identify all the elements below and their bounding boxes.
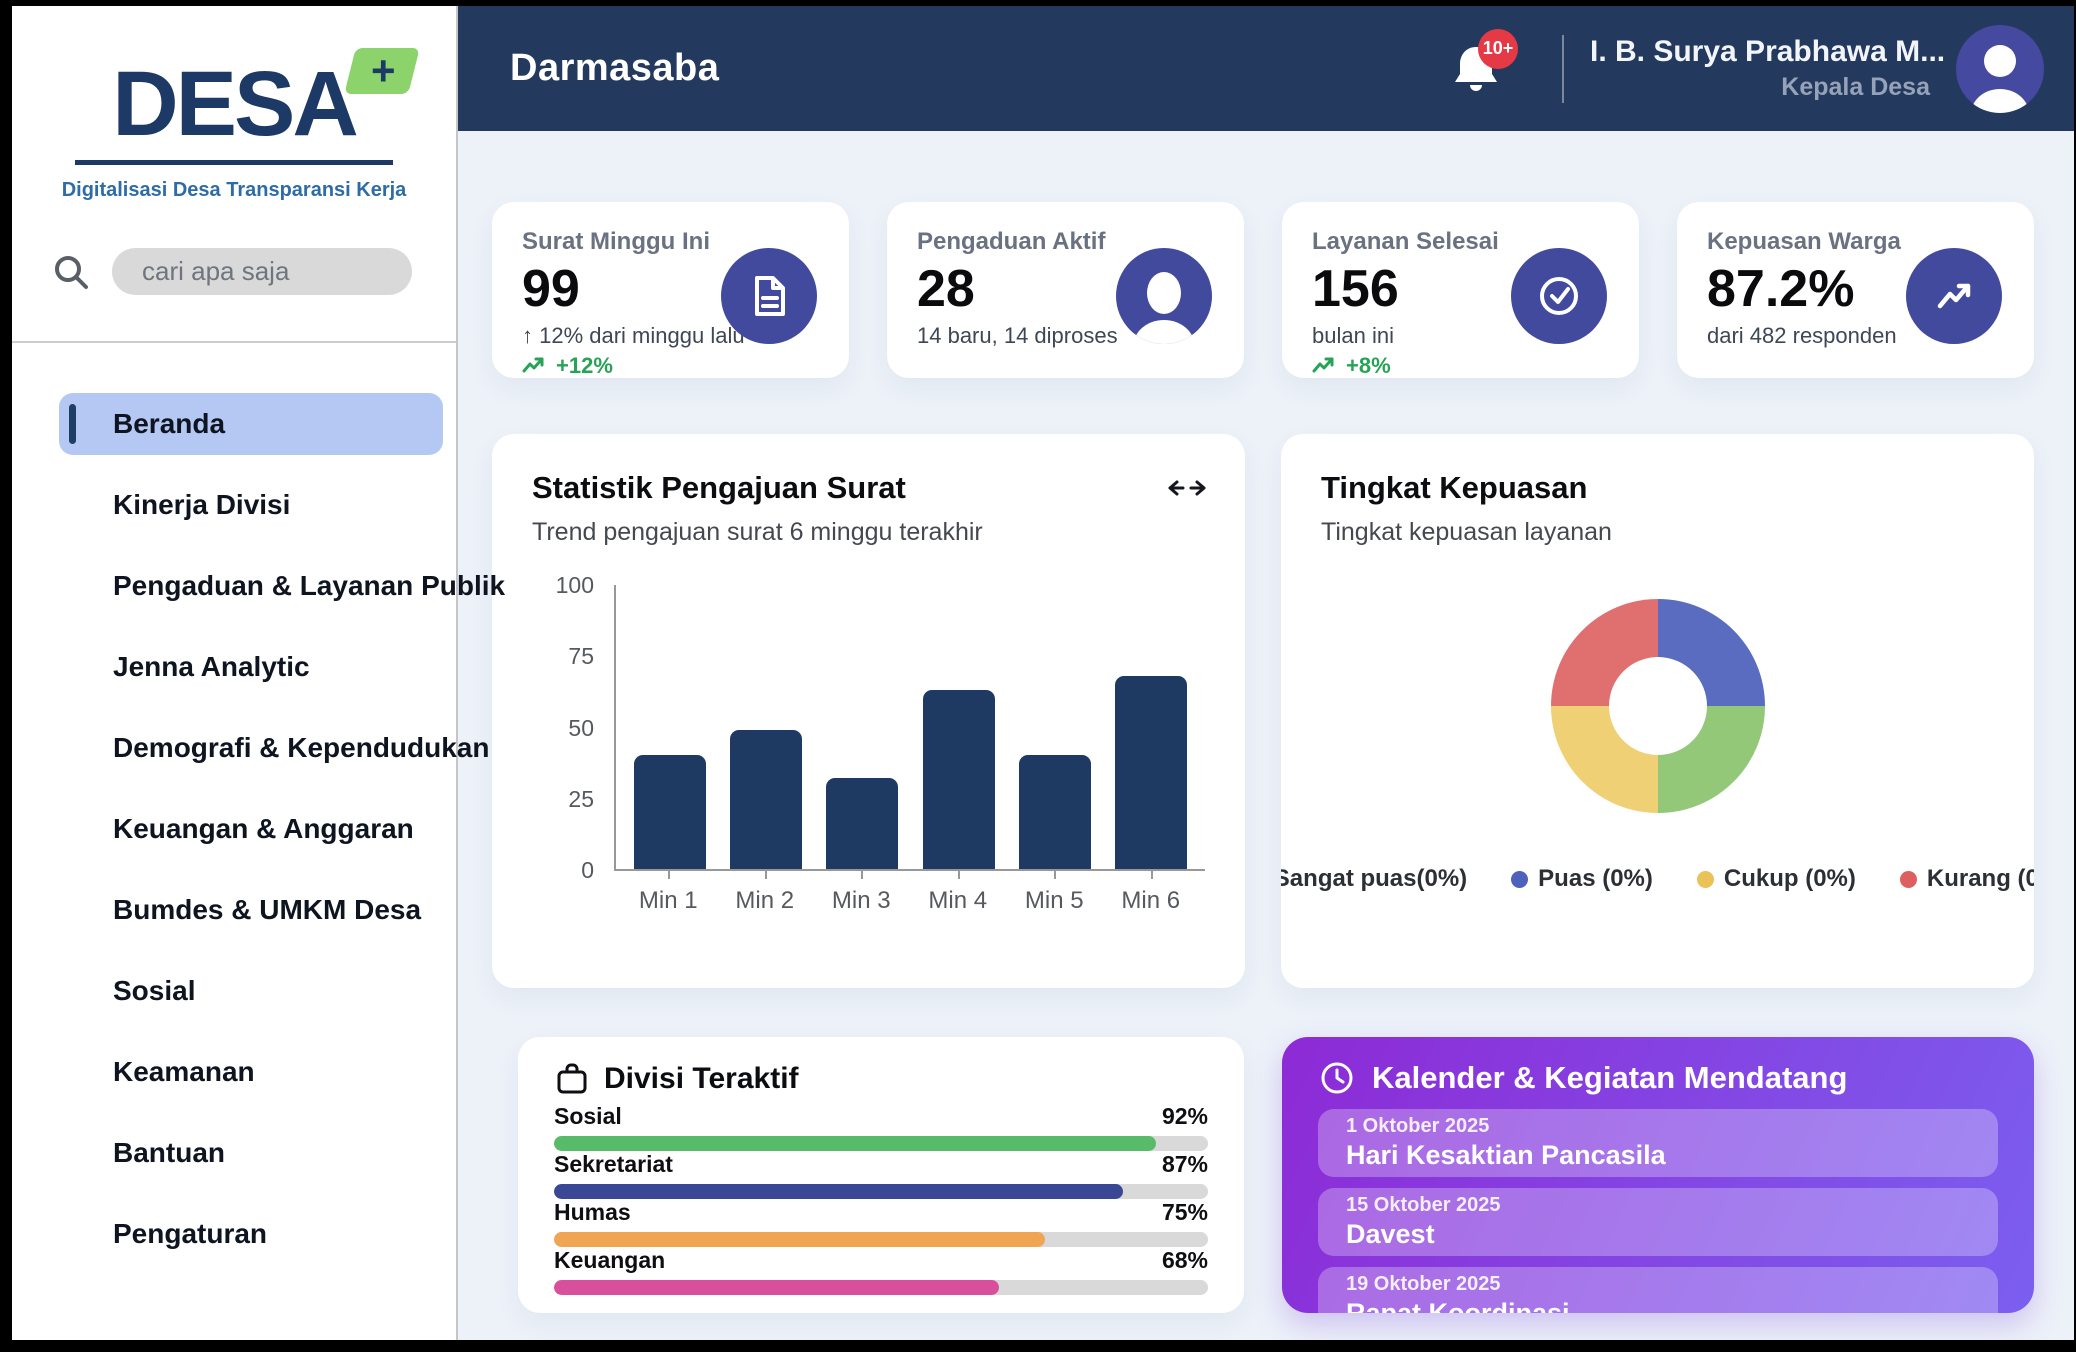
- calendar-event[interactable]: 19 Oktober 2025 Rapat Koordinasi: [1318, 1267, 1998, 1313]
- notification-badge: 10+: [1478, 29, 1518, 69]
- search-input[interactable]: [112, 248, 412, 295]
- division-row-humas: Humas75%: [554, 1199, 1208, 1247]
- logo-plus-icon: +: [344, 48, 419, 94]
- donut-chart: [1551, 599, 1765, 813]
- avatar-person-icon: [1984, 45, 2016, 77]
- x-axis-labels: Min 1 Min 2 Min 3 Min 4 Min 5 Min 6: [614, 879, 1205, 915]
- logo-tagline: Digitalisasi Desa Transparansi Kerja: [12, 179, 456, 202]
- sidebar-item-pengaduan-layanan-publik[interactable]: Pengaduan & Layanan Publik: [59, 555, 442, 617]
- y-axis-labels: 100 75 50 25 0: [532, 572, 594, 884]
- trend-up-icon: [522, 356, 548, 376]
- briefcase-icon: [554, 1061, 590, 1097]
- division-row-sekretariat: Sekretariat87%: [554, 1151, 1208, 1199]
- user-role: Kepala Desa: [1590, 73, 1930, 102]
- donut-chart-card: Tingkat Kepuasan Tingkat kepuasan layana…: [1281, 434, 2034, 988]
- bar-plot: [614, 585, 1205, 871]
- legend-dot-red: [1900, 871, 1917, 888]
- logo: DESA+ Digitalisasi Desa Transparansi Ker…: [12, 6, 456, 202]
- charts-row: Statistik Pengajuan Surat Trend pengajua…: [492, 434, 2034, 988]
- calendar-events: 1 Oktober 2025 Hari Kesaktian Pancasila …: [1318, 1109, 1998, 1313]
- progress-fill: [554, 1184, 1123, 1199]
- calendar-card: Kalender & Kegiatan Mendatang 1 Oktober …: [1282, 1037, 2034, 1313]
- page-title: Darmasaba: [510, 47, 719, 90]
- calendar-event[interactable]: 1 Oktober 2025 Hari Kesaktian Pancasila: [1318, 1109, 1998, 1177]
- legend-item-puas: Puas (0%): [1511, 865, 1653, 893]
- legend-dot-yellow: [1697, 871, 1714, 888]
- search-row: [12, 248, 456, 295]
- top-header: Darmasaba 10+ I. B. Surya Prabhawa M... …: [458, 6, 2074, 131]
- division-rows: Sosial92% Sekretariat87% Humas75% Keuang…: [554, 1103, 1208, 1295]
- sidebar-item-jenna-analytic[interactable]: Jenna Analytic: [59, 636, 442, 698]
- bar-min-4: [923, 690, 995, 869]
- bar-min-2: [730, 730, 802, 869]
- user-info: I. B. Surya Prabhawa M... Kepala Desa: [1590, 35, 1930, 102]
- sidebar-item-keuangan-anggaran[interactable]: Keuangan & Anggaran: [59, 798, 442, 860]
- logo-word: DESA: [112, 53, 356, 155]
- sidebar-item-keamanan[interactable]: Keamanan: [59, 1041, 442, 1103]
- sidebar-item-beranda[interactable]: Beranda: [59, 393, 443, 455]
- bottom-row: Divisi Teraktif Sosial92% Sekretariat87%…: [518, 1037, 2034, 1313]
- division-row-sosial: Sosial92%: [554, 1103, 1208, 1151]
- user-name: I. B. Surya Prabhawa M...: [1590, 35, 1930, 69]
- division-card: Divisi Teraktif Sosial92% Sekretariat87%…: [518, 1037, 1244, 1313]
- stats-row: Surat Minggu Ini 99 ↑ 12% dari minggu la…: [492, 202, 2034, 378]
- legend-dot-blue: [1511, 871, 1528, 888]
- bar-min-5: [1019, 755, 1091, 869]
- bar-chart-card: Statistik Pengajuan Surat Trend pengajua…: [492, 434, 1245, 988]
- bar-min-1: [634, 755, 706, 869]
- bar-chart-title: Statistik Pengajuan Surat: [532, 470, 1205, 506]
- legend-item-sangat-puas: Sangat puas(0%): [1281, 865, 1467, 893]
- trending-up-icon: [1906, 248, 2002, 344]
- stat-card-kepuasan-warga: Kepuasan Warga 87.2% dari 482 responden: [1677, 202, 2034, 378]
- sidebar: DESA+ Digitalisasi Desa Transparansi Ker…: [12, 6, 458, 1340]
- stat-trend: +8%: [1312, 353, 1609, 378]
- calendar-event[interactable]: 15 Oktober 2025 Davest: [1318, 1188, 1998, 1256]
- trend-up-icon: [1312, 356, 1338, 376]
- stat-card-pengaduan-aktif: Pengaduan Aktif 28 14 baru, 14 diproses: [887, 202, 1244, 378]
- header-right: 10+ I. B. Surya Prabhawa M... Kepala Des…: [1450, 25, 2044, 113]
- progress-fill: [554, 1280, 999, 1295]
- check-circle-icon: [1511, 248, 1607, 344]
- donut-legend: Sangat puas(0%) Puas (0%) Cukup (0%) Kur…: [1321, 865, 1994, 893]
- logo-underline: [75, 160, 393, 165]
- legend-item-cukup: Cukup (0%): [1697, 865, 1856, 893]
- sidebar-divider: [12, 341, 456, 343]
- person-icon: [1116, 248, 1212, 344]
- division-title: Divisi Teraktif: [604, 1062, 799, 1096]
- search-icon: [50, 251, 92, 293]
- division-row-keuangan: Keuangan68%: [554, 1247, 1208, 1295]
- resize-horizontal-icon[interactable]: [1167, 474, 1207, 507]
- logo-text: DESA+: [112, 58, 356, 150]
- sidebar-item-bantuan[interactable]: Bantuan: [59, 1122, 442, 1184]
- calendar-title: Kalender & Kegiatan Mendatang: [1372, 1060, 1847, 1096]
- sidebar-item-pengaturan[interactable]: Pengaturan: [59, 1203, 442, 1265]
- stat-card-surat-minggu-ini: Surat Minggu Ini 99 ↑ 12% dari minggu la…: [492, 202, 849, 378]
- main-content: Surat Minggu Ini 99 ↑ 12% dari minggu la…: [458, 131, 2074, 1340]
- sidebar-item-demografi-kependudukan[interactable]: Demografi & Kependudukan: [59, 717, 442, 779]
- legend-item-kurang: Kurang (0%): [1900, 865, 2034, 893]
- sidebar-menu: Beranda Kinerja Divisi Pengaduan & Layan…: [12, 393, 456, 1284]
- sidebar-item-bumdes-umkm[interactable]: Bumdes & UMKM Desa: [59, 879, 442, 941]
- user-avatar[interactable]: [1956, 25, 2044, 113]
- sidebar-item-kinerja-divisi[interactable]: Kinerja Divisi: [59, 474, 442, 536]
- donut-chart-title: Tingkat Kepuasan: [1321, 470, 1994, 506]
- sidebar-item-sosial[interactable]: Sosial: [59, 960, 442, 1022]
- notification-bell[interactable]: 10+: [1450, 41, 1502, 97]
- bar-min-3: [826, 778, 898, 869]
- bar-min-6: [1115, 676, 1187, 869]
- donut-chart-subtitle: Tingkat kepuasan layanan: [1321, 518, 1994, 547]
- bar-chart-subtitle: Trend pengajuan surat 6 minggu terakhir: [532, 518, 1205, 547]
- document-icon: [721, 248, 817, 344]
- progress-fill: [554, 1136, 1156, 1151]
- stat-card-layanan-selesai: Layanan Selesai 156 bulan ini +8%: [1282, 202, 1639, 378]
- header-divider: [1562, 35, 1564, 103]
- active-indicator-bar: [69, 404, 76, 444]
- clock-icon: [1318, 1059, 1356, 1097]
- app-window: DESA+ Digitalisasi Desa Transparansi Ker…: [12, 6, 2074, 1340]
- progress-fill: [554, 1232, 1045, 1247]
- stat-trend: +12%: [522, 353, 819, 378]
- bar-chart: 100 75 50 25 0 Min: [532, 585, 1205, 915]
